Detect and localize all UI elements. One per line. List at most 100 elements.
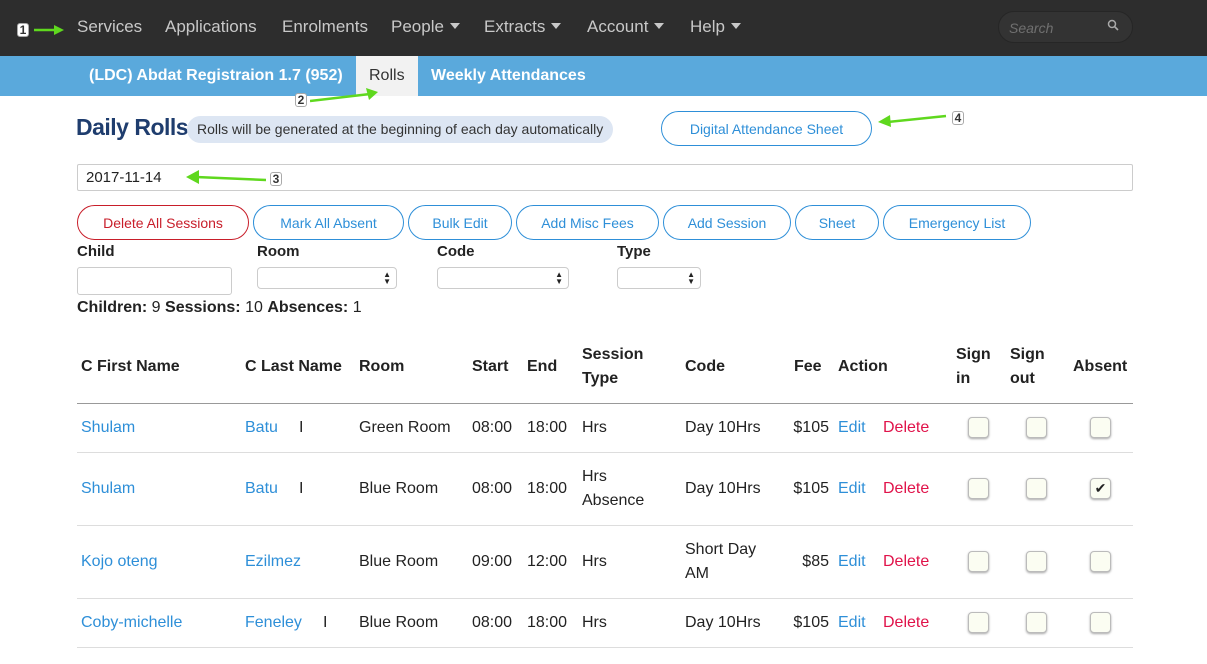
child-last-name-link[interactable]: Ezilmez <box>245 550 301 574</box>
absences-label: Absences: <box>267 299 349 316</box>
nav-enrolments[interactable]: Enrolments <box>282 17 368 37</box>
child-flag: I <box>299 480 304 497</box>
delete-link[interactable]: Delete <box>883 611 929 635</box>
nav-enrolments-label: Enrolments <box>282 17 368 36</box>
caret-down-icon <box>654 22 665 29</box>
bulk-edit-button[interactable]: Bulk Edit <box>408 205 512 240</box>
sign-in-checkbox[interactable] <box>968 551 989 572</box>
sign-in-checkbox[interactable] <box>968 612 989 633</box>
sign-in-checkbox[interactable] <box>968 478 989 499</box>
fee-cell: $105 <box>793 480 829 497</box>
nav-people-dropdown[interactable]: People <box>391 17 460 37</box>
add-misc-fees-button[interactable]: Add Misc Fees <box>516 205 659 240</box>
fee-cell: $105 <box>793 614 829 631</box>
sign-out-checkbox[interactable] <box>1026 478 1047 499</box>
child-first-name-link[interactable]: Shulam <box>81 477 135 501</box>
child-last-name-link[interactable]: Feneley <box>245 611 302 635</box>
nav-help-dropdown[interactable]: Help <box>690 17 741 37</box>
child-first-name-link[interactable]: Shulam <box>81 416 135 440</box>
delete-all-sessions-button[interactable]: Delete All Sessions <box>77 205 249 240</box>
start-time-cell: 08:00 <box>472 480 513 497</box>
end-time-cell: 18:00 <box>527 419 568 436</box>
edit-link[interactable]: Edit <box>838 611 866 635</box>
th-room: Room <box>359 358 405 375</box>
child-first-name-link[interactable]: Kojo oteng <box>81 550 158 574</box>
edit-link[interactable]: Edit <box>838 550 866 574</box>
caret-down-icon <box>449 22 460 29</box>
nav-extracts-dropdown[interactable]: Extracts <box>484 17 562 37</box>
row-divider <box>77 452 1133 453</box>
child-last-name-link[interactable]: Batu <box>245 477 278 501</box>
fee-cell: $105 <box>793 419 829 436</box>
absent-checkbox[interactable] <box>1090 417 1111 438</box>
nav-applications[interactable]: Applications <box>165 17 257 37</box>
sign-out-checkbox[interactable] <box>1026 417 1047 438</box>
th-sign-out-line2: out <box>1010 370 1035 387</box>
session-type-cell: Hrs <box>582 419 607 436</box>
delete-link[interactable]: Delete <box>883 550 929 574</box>
code-filter-select[interactable]: ▲ ▼ <box>437 267 569 289</box>
absent-checkbox[interactable] <box>1090 551 1111 572</box>
code-filter-label: Code <box>437 243 475 260</box>
annotation-marker-2: 2 <box>295 93 307 107</box>
type-filter-label: Type <box>617 243 651 260</box>
code-cell: Day 10Hrs <box>685 480 761 497</box>
th-sign-in: Sign in <box>956 343 991 391</box>
th-session-type-line1: Session <box>582 346 644 363</box>
select-arrows-icon: ▲ ▼ <box>555 270 563 286</box>
service-name-link[interactable]: (LDC) Abdat Registraion 1.7 (952) <box>89 56 343 96</box>
sign-in-checkbox[interactable] <box>968 417 989 438</box>
th-sign-out-line1: Sign <box>1010 346 1045 363</box>
tab-weekly-attendances[interactable]: Weekly Attendances <box>431 56 586 96</box>
edit-link[interactable]: Edit <box>838 477 866 501</box>
roll-summary: Children: 9 Sessions: 10 Absences: 1 <box>77 299 362 317</box>
mark-all-absent-button[interactable]: Mark All Absent <box>253 205 404 240</box>
edit-link[interactable]: Edit <box>838 416 866 440</box>
row-divider <box>77 525 1133 526</box>
annotation-arrow-icon <box>34 25 64 35</box>
sign-out-checkbox[interactable] <box>1026 612 1047 633</box>
th-session-type: Session Type <box>582 343 643 391</box>
annotation-arrow-icon <box>310 88 378 103</box>
service-subnav: (LDC) Abdat Registraion 1.7 (952) Rolls … <box>0 56 1207 96</box>
select-arrows-icon: ▲ ▼ <box>687 270 695 286</box>
child-first-name-link[interactable]: Coby-michelle <box>81 611 182 635</box>
th-fee: Fee <box>794 358 822 375</box>
emergency-list-button[interactable]: Emergency List <box>883 205 1031 240</box>
child-last-name-link[interactable]: Batu <box>245 416 278 440</box>
th-end: End <box>527 358 558 375</box>
annotation-marker-1: 1 <box>17 23 29 37</box>
child-filter-input[interactable] <box>77 267 232 295</box>
start-time-cell: 08:00 <box>472 614 513 631</box>
room-filter-select[interactable]: ▲ ▼ <box>257 267 397 289</box>
room-cell: Blue Room <box>359 480 439 497</box>
end-time-cell: 18:00 <box>527 480 568 497</box>
th-code: Code <box>685 358 725 375</box>
select-arrows-icon: ▲ ▼ <box>383 270 391 286</box>
delete-link[interactable]: Delete <box>883 477 929 501</box>
th-sign-in-line2: in <box>956 370 971 387</box>
absent-checkbox[interactable] <box>1090 612 1111 633</box>
table-header-divider <box>77 403 1133 404</box>
room-cell: Blue Room <box>359 553 439 570</box>
start-time-cell: 09:00 <box>472 553 513 570</box>
nav-account-dropdown[interactable]: Account <box>587 17 665 37</box>
absent-checkbox[interactable]: ✔ <box>1090 478 1111 499</box>
annotation-marker-4: 4 <box>952 111 964 125</box>
search-icon[interactable] <box>1107 19 1119 31</box>
annotation-arrow-icon <box>878 114 947 127</box>
nav-extracts-label: Extracts <box>484 17 546 36</box>
sheet-button[interactable]: Sheet <box>795 205 879 240</box>
nav-services[interactable]: Services <box>77 17 142 37</box>
th-absent: Absent <box>1073 358 1128 375</box>
type-filter-select[interactable]: ▲ ▼ <box>617 267 701 289</box>
search-input[interactable] <box>1009 18 1104 38</box>
annotation-marker-3: 3 <box>270 172 282 186</box>
delete-link[interactable]: Delete <box>883 416 929 440</box>
child-flag: I <box>299 419 304 436</box>
sign-out-checkbox[interactable] <box>1026 551 1047 572</box>
session-type-cell: Hrs <box>582 468 607 485</box>
digital-attendance-sheet-button[interactable]: Digital Attendance Sheet <box>661 111 872 146</box>
caret-down-icon <box>551 22 562 29</box>
add-session-button[interactable]: Add Session <box>663 205 791 240</box>
